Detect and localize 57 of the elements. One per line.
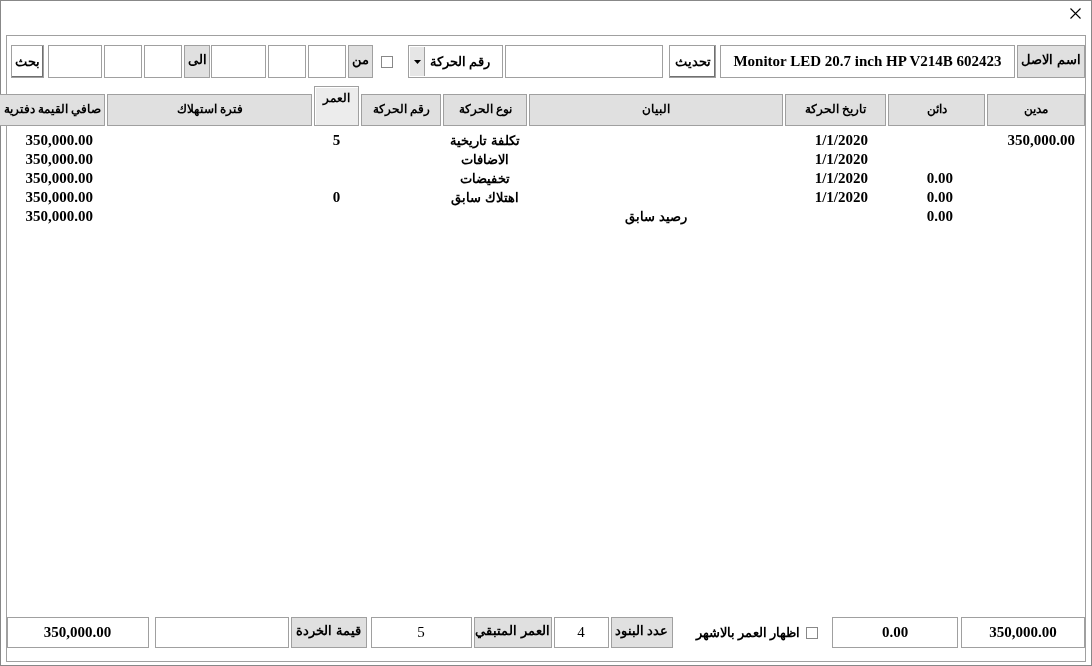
input-field[interactable]	[104, 45, 142, 78]
table-cell: 0.00	[926, 170, 953, 186]
table-cell: 1/1/2020	[814, 132, 868, 148]
column-header[interactable]: صافي القيمة دفترية	[0, 94, 105, 126]
checkbox[interactable]	[381, 55, 393, 68]
table-cell: اهتلاك سابق	[451, 190, 519, 205]
table-cell: 1/1/2020	[814, 170, 868, 186]
table-cell: تكلفة تاريخية	[450, 133, 520, 148]
checkbox[interactable]	[806, 626, 818, 639]
remaining-life-label: العمر المتبقي	[473, 617, 552, 648]
column-header[interactable]: البيان	[529, 94, 783, 126]
input-field[interactable]	[144, 45, 182, 78]
scrap-value-label: قيمة الخردة	[290, 617, 367, 648]
column-header[interactable]: رقم الحركة	[361, 94, 441, 126]
to-label: الى	[184, 45, 210, 78]
table-cell: 1/1/2020	[814, 151, 868, 167]
checkbox-label: اظهار العمر بالاشهر	[695, 623, 800, 643]
input-field[interactable]	[48, 45, 102, 78]
table-cell: رصيد سابق	[625, 209, 687, 224]
input-field[interactable]	[308, 45, 346, 78]
total-debit-field[interactable]: 350,000.00	[961, 617, 1085, 648]
table-cell: 350,000.00	[25, 151, 93, 167]
column-header[interactable]: العمر	[314, 86, 359, 126]
table-cell: 0	[332, 189, 341, 205]
input-field[interactable]	[211, 45, 266, 78]
column-header[interactable]: نوع الحركة	[443, 94, 527, 126]
items-count-label: عدد البنود	[610, 617, 673, 648]
table-cell: 5	[332, 132, 341, 148]
total-credit-field[interactable]: 0.00	[832, 617, 958, 648]
asset-name-field[interactable]: Monitor LED 20.7 inch HP V214B 602423	[720, 45, 1015, 78]
scrap-value-field[interactable]	[154, 617, 289, 648]
refresh-button[interactable]: تحديث	[669, 45, 716, 78]
column-header[interactable]: فترة استهلاك	[107, 94, 312, 126]
input-field[interactable]	[268, 45, 306, 78]
table-cell: الاضافات	[461, 152, 509, 167]
table-cell: 350,000.00	[25, 132, 93, 148]
net-value-field[interactable]: 350,000.00	[6, 617, 149, 648]
items-count-field[interactable]: 4	[553, 617, 609, 648]
table-cell: 1/1/2020	[814, 189, 868, 205]
table-cell: تخفيضات	[460, 171, 510, 186]
column-header[interactable]: مدين	[987, 94, 1085, 126]
table-cell: 350,000.00	[25, 170, 93, 186]
from-label: من	[348, 45, 373, 78]
input-field[interactable]	[505, 45, 663, 78]
asset-label: اسم الاصل	[1017, 45, 1085, 78]
close-icon[interactable]	[1070, 8, 1081, 19]
table-cell: 350,000.00	[25, 208, 93, 224]
search-button[interactable]: بحث	[11, 45, 44, 78]
type-dropdown[interactable]: رقم الحركة	[408, 45, 503, 78]
column-header[interactable]: تاريخ الحركة	[785, 94, 886, 126]
column-header[interactable]: دائن	[888, 94, 985, 126]
table-cell: 350,000.00	[1007, 132, 1075, 148]
table-cell: 0.00	[926, 189, 953, 205]
table-cell: 350,000.00	[25, 189, 93, 205]
table-cell: 0.00	[926, 208, 953, 224]
dropdown-icon[interactable]	[410, 47, 425, 76]
remaining-life-field[interactable]: 5	[370, 617, 472, 648]
